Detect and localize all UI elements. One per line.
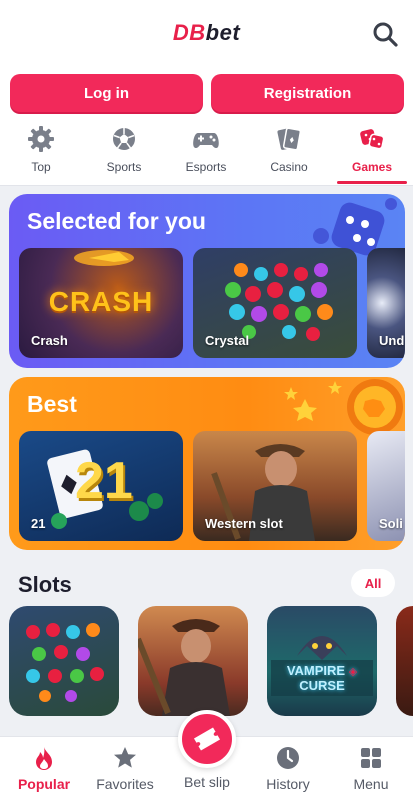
search-icon[interactable] <box>371 20 399 48</box>
active-tab-indicator <box>337 181 407 184</box>
tab-esports[interactable]: Esports <box>170 124 242 184</box>
tab-games[interactable]: Games <box>336 124 408 184</box>
tab-label: Games <box>351 160 393 174</box>
grid-icon <box>361 748 381 768</box>
tab-top[interactable]: Top <box>5 124 77 184</box>
nav-label: History <box>266 776 310 792</box>
slot-tile-vampire-curse[interactable]: VAMPIRE ◈ CURSE <box>267 606 377 716</box>
slots-title: Slots <box>18 572 72 597</box>
game-card-western-slot[interactable]: Western slot <box>193 431 357 541</box>
gamepad-icon <box>193 133 219 149</box>
auth-bar: Log in Registration <box>0 66 413 116</box>
vampire-curse-logo: VAMPIRE ◈ CURSE <box>271 660 373 696</box>
nav-menu[interactable]: Menu <box>336 745 406 792</box>
slots-all-button[interactable]: All <box>351 569 395 597</box>
login-button[interactable]: Log in <box>10 74 203 112</box>
slot-tile-crystal[interactable] <box>9 606 119 716</box>
tab-label: Esports <box>185 160 227 174</box>
nav-label: Menu <box>353 776 389 792</box>
selected-for-you-section: Selected for you CRASH Crash Crystal Und <box>9 194 405 368</box>
game-card-und[interactable]: Und <box>367 248 405 358</box>
game-card-soli[interactable]: Soli <box>367 431 405 541</box>
logo-db: DB <box>172 20 206 45</box>
vampire-logo-word1: VAMPIRE <box>286 663 346 678</box>
game-card-crash[interactable]: CRASH Crash <box>19 248 183 358</box>
nav-popular[interactable]: Popular <box>9 745 79 792</box>
game-card-crystal[interactable]: Crystal <box>193 248 357 358</box>
crash-logo-text: CRASH <box>48 286 154 317</box>
game-card-21[interactable]: 21 21 <box>19 431 183 541</box>
logo-bet: bet <box>205 20 241 45</box>
card-label: Western slot <box>205 516 283 531</box>
fire-icon <box>36 747 52 770</box>
cards-icon <box>277 127 302 151</box>
nav-history[interactable]: History <box>253 745 323 792</box>
soccer-ball-icon <box>113 128 135 150</box>
star-icon <box>114 747 136 768</box>
ticket-icon <box>193 727 221 751</box>
registration-button[interactable]: Registration <box>211 74 404 112</box>
bet-slip-button[interactable] <box>178 710 236 768</box>
tab-label: Casino <box>270 160 308 174</box>
cowboy-artwork <box>138 619 230 716</box>
card-label: Crystal <box>205 333 250 348</box>
crystal-gems-artwork <box>26 623 104 702</box>
tab-label: Sports <box>106 160 142 174</box>
tab-label: Top <box>31 160 51 174</box>
card-label: Soli <box>379 516 403 531</box>
nav-label: Popular <box>17 776 71 792</box>
dice-icon <box>360 129 385 150</box>
clock-icon <box>277 747 299 769</box>
header: DBbet <box>0 0 413 66</box>
gear-icon <box>28 126 54 152</box>
vampire-logo-word2: CURSE <box>299 678 345 693</box>
section-title: Best <box>27 391 77 417</box>
nav-favorites[interactable]: Favorites <box>90 745 160 792</box>
nav-label: Favorites <box>96 776 154 792</box>
card-label: Und <box>379 333 405 348</box>
section-title: Selected for you <box>27 208 206 234</box>
card-label: Crash <box>31 333 68 348</box>
best-section: Best 21 21 Western slot Soli <box>9 377 405 550</box>
logo[interactable]: DBbet <box>0 20 413 46</box>
slot-tile-partial[interactable] <box>396 606 413 716</box>
vampire-logo-emblem: ◈ <box>348 666 358 678</box>
tab-casino[interactable]: Casino <box>253 124 325 184</box>
card-label: 21 <box>31 516 46 531</box>
bet-slip-label: Bet slip <box>184 774 230 790</box>
category-tabs: Top Sports Esports Casino Games <box>0 116 413 186</box>
slot-tile-western[interactable] <box>138 606 248 716</box>
21-logo-text: 21 <box>75 452 133 510</box>
tab-sports[interactable]: Sports <box>88 124 160 184</box>
